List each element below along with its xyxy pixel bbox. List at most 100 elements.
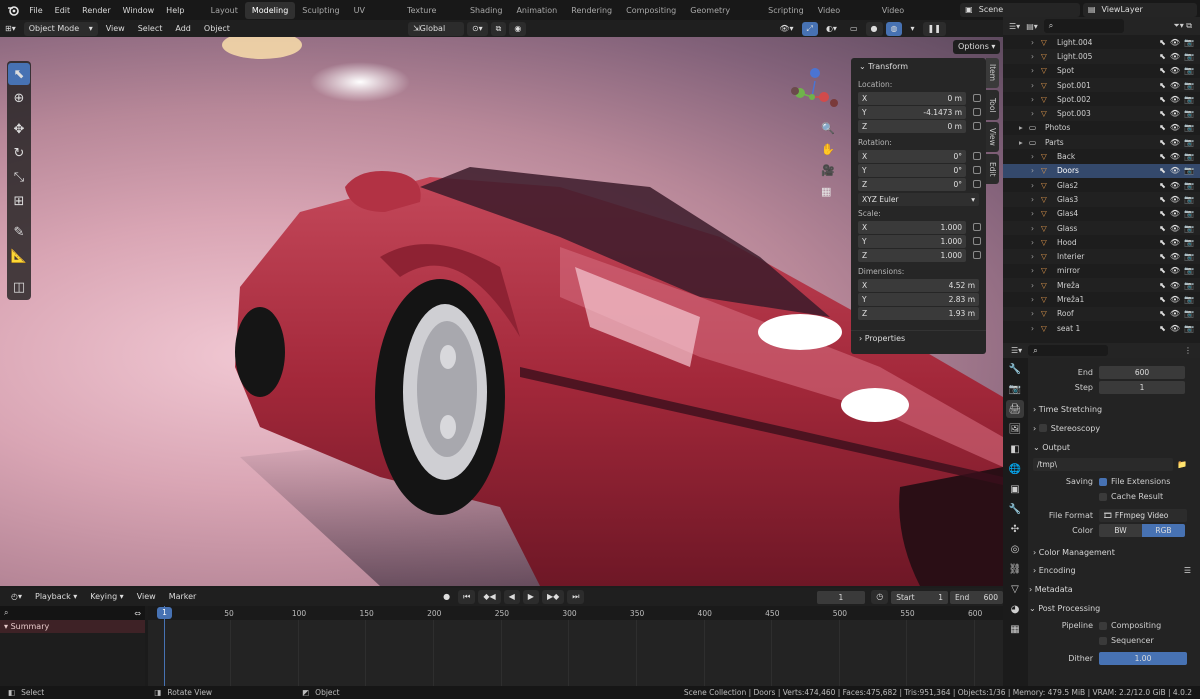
sequencer-checkbox[interactable] (1099, 636, 1107, 645)
disclosure-icon[interactable]: ▸ (1019, 138, 1029, 147)
time-stretching-section[interactable]: › Time Stretching (1033, 401, 1195, 417)
end-field[interactable]: 600 (1099, 366, 1185, 379)
stereoscopy-section[interactable]: › Stereoscopy (1033, 420, 1195, 436)
dimensions-z-field[interactable]: Z 1.93 m (858, 307, 979, 320)
tab-rendering[interactable]: Rendering (564, 2, 619, 19)
select-toggle-icon[interactable]: ⬉ (1159, 238, 1166, 247)
output-tab-icon[interactable]: 🖨 (1006, 400, 1024, 418)
dimensions-y-field[interactable]: Y 2.83 m (858, 293, 979, 306)
tab-view[interactable]: View (986, 122, 999, 152)
disclosure-icon[interactable]: › (1031, 66, 1041, 75)
output-path-field[interactable]: /tmp\ (1033, 458, 1173, 471)
compositing-checkbox[interactable] (1099, 621, 1107, 630)
menu-edit[interactable]: Edit (49, 6, 77, 15)
playback-menu[interactable]: Playback ▾ (30, 590, 82, 604)
dither-slider[interactable]: 1.00 (1099, 652, 1187, 665)
cache-result-checkbox[interactable] (1099, 492, 1107, 501)
shading-dropdown[interactable]: ▾ (905, 22, 919, 36)
camera-render-icon[interactable]: 📷 (1184, 209, 1194, 218)
tab-sculpting[interactable]: Sculpting (295, 2, 346, 19)
disclosure-icon[interactable]: › (1031, 195, 1041, 204)
camera-render-icon[interactable]: 📷 (1184, 123, 1194, 132)
view-layer-selector[interactable]: ▤ ViewLayer (1082, 3, 1197, 17)
rotation-mode-dropdown[interactable]: XYZ Euler ▾ (858, 193, 979, 206)
object-tab-icon[interactable]: ▣ (1006, 480, 1024, 498)
camera-render-icon[interactable]: 📷 (1184, 181, 1194, 190)
disclosure-icon[interactable]: › (1031, 224, 1041, 233)
lock-icon[interactable] (973, 94, 981, 102)
outliner-row[interactable]: › ▽ Spot.002 ⬉ 👁 📷 (1003, 92, 1200, 106)
scale-y-field[interactable]: Y 1.000 (858, 235, 981, 248)
physics-tab-icon[interactable]: ◎ (1006, 540, 1024, 558)
post-processing-section[interactable]: ⌄ Post Processing (1029, 600, 1195, 616)
camera-render-icon[interactable]: 📷 (1184, 138, 1194, 147)
disclosure-icon[interactable]: ▸ (1019, 123, 1029, 132)
channel-search-input[interactable]: ⌕ ⇔ (0, 606, 145, 620)
particles-tab-icon[interactable]: ✣ (1006, 520, 1024, 538)
eye-icon[interactable]: 👁 (1170, 66, 1180, 75)
select-toggle-icon[interactable]: ⬉ (1159, 81, 1166, 90)
select-toggle-icon[interactable]: ⬉ (1159, 309, 1166, 318)
disclosure-icon[interactable]: › (1031, 152, 1041, 161)
summary-channel[interactable]: ▾ Summary (0, 620, 145, 633)
disclosure-icon[interactable]: › (1031, 166, 1041, 175)
color-rgb-button[interactable]: RGB (1142, 524, 1185, 537)
move-tool-icon[interactable]: ✥ (8, 118, 30, 140)
swap-icon[interactable]: ⇔ (134, 609, 141, 618)
lock-icon[interactable] (973, 180, 981, 188)
camera-render-icon[interactable]: 📷 (1184, 266, 1194, 275)
eye-icon[interactable]: 👁 (1170, 266, 1180, 275)
camera-render-icon[interactable]: 📷 (1184, 38, 1194, 47)
menu-select[interactable]: Select (133, 22, 168, 36)
tab-edit[interactable]: Edit (986, 154, 999, 184)
outliner-row[interactable]: ▸ ▭ Parts ⬉ 👁 📷 (1003, 135, 1200, 150)
eye-icon[interactable]: 👁 (1170, 52, 1180, 61)
play-icon[interactable]: ▶ (522, 590, 539, 604)
eye-icon[interactable]: 👁 (1170, 195, 1180, 204)
eye-icon[interactable]: 👁 (1170, 224, 1180, 233)
modifiers-tab-icon[interactable]: 🔧 (1006, 500, 1024, 518)
select-toggle-icon[interactable]: ⬉ (1159, 281, 1166, 290)
disclosure-icon[interactable]: › (1031, 309, 1041, 318)
editor-type-icon[interactable]: ☰▾ (1009, 22, 1020, 31)
outliner-row[interactable]: › ▽ mirror ⬉ 👁 📷 (1003, 264, 1200, 278)
eye-icon[interactable]: 👁 (1170, 252, 1180, 261)
outliner-row[interactable]: › ▽ Glas3 ⬉ 👁 📷 (1003, 192, 1200, 207)
outliner-row[interactable]: › ▽ Spot ⬉ 👁 📷 (1003, 64, 1200, 78)
playhead-frame[interactable]: 1 (157, 607, 172, 619)
editor-type-icon[interactable]: ◴▾ (6, 590, 27, 604)
menu-add[interactable]: Add (170, 22, 196, 36)
preview-range-icon[interactable]: ◷ (871, 590, 889, 604)
record-icon[interactable]: ● (438, 590, 455, 604)
color-bw-button[interactable]: BW (1099, 524, 1142, 537)
camera-render-icon[interactable]: 📷 (1184, 66, 1194, 75)
pan-hand-icon[interactable]: ✋ (821, 143, 835, 156)
tab-scripting[interactable]: Scripting (761, 2, 811, 19)
rotation-z-field[interactable]: Z 0° (858, 178, 981, 191)
file-format-dropdown[interactable]: 🎞 FFmpeg Video (1099, 508, 1187, 522)
view-layer-tab-icon[interactable]: 🖼 (1006, 420, 1024, 438)
dopesheet-track[interactable]: 1 50 100 150 200 250 300 350 400 450 500 550 600 (148, 606, 1003, 686)
filter-icon[interactable]: ⏷▾ ⧉ (1173, 21, 1192, 31)
eye-icon[interactable]: 👁 (1170, 81, 1180, 90)
select-toggle-icon[interactable]: ⬉ (1159, 38, 1166, 47)
select-toggle-icon[interactable]: ⬉ (1159, 295, 1166, 304)
world-tab-icon[interactable]: 🌐 (1006, 460, 1024, 478)
constraints-tab-icon[interactable]: ⛓ (1006, 560, 1024, 578)
eye-icon[interactable]: 👁 (1170, 138, 1180, 147)
camera-render-icon[interactable]: 📷 (1184, 238, 1194, 247)
disclosure-icon[interactable]: › (1031, 109, 1041, 118)
outliner-row[interactable]: › ▽ Spot.003 ⬉ 👁 📷 (1003, 106, 1200, 121)
disclosure-icon[interactable]: › (1031, 295, 1041, 304)
measure-tool-icon[interactable]: 📐 (8, 245, 30, 267)
jump-end-icon[interactable]: ⏭ (567, 590, 585, 604)
outliner-row[interactable]: › ▽ Doors ⬉ 👁 📷 (1003, 163, 1200, 178)
camera-render-icon[interactable]: 📷 (1184, 252, 1194, 261)
eye-icon[interactable]: 👁 (1170, 109, 1180, 118)
eye-icon[interactable]: 👁 (1170, 238, 1180, 247)
menu-window[interactable]: Window (117, 6, 161, 15)
orientation-dropdown[interactable]: ⇲ Global (407, 21, 464, 36)
texture-tab-icon[interactable]: ▦ (1006, 620, 1024, 638)
play-reverse-icon[interactable]: ◀ (503, 590, 520, 604)
menu-object[interactable]: Object (199, 22, 235, 36)
